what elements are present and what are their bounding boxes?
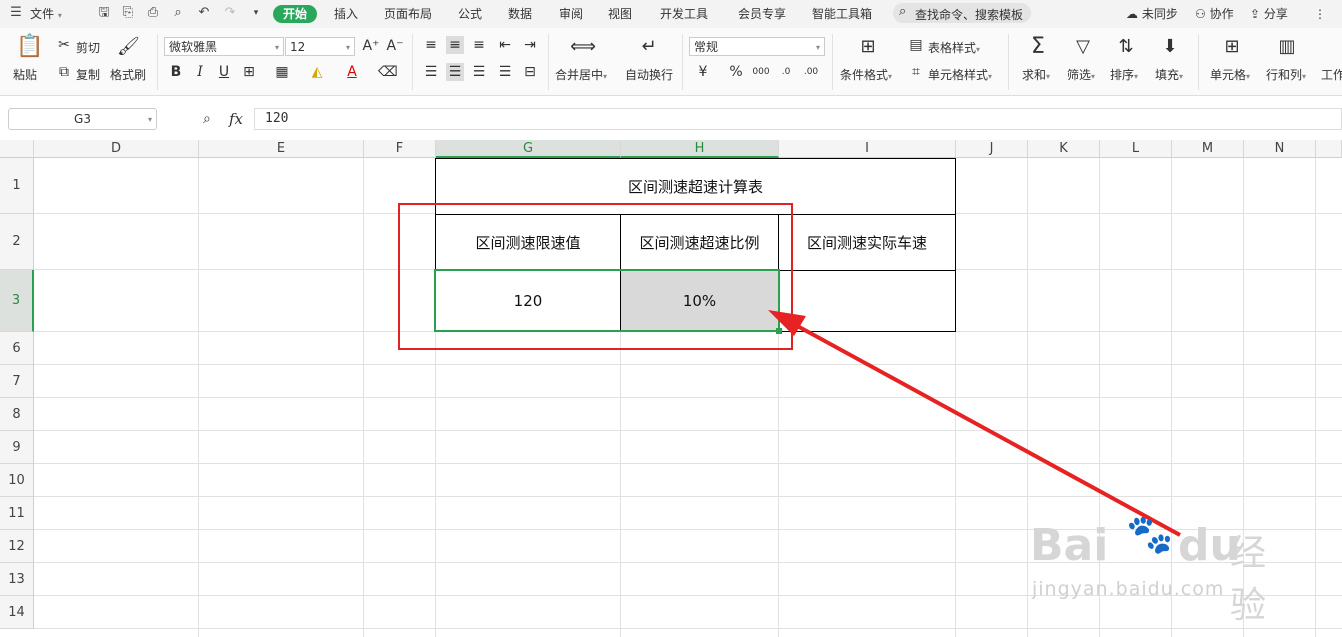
watermark-url: jingyan.baidu.com xyxy=(1032,578,1225,600)
watermark-brand: Bai xyxy=(1030,520,1109,571)
paw-icon: 🐾 xyxy=(1126,512,1174,556)
baidu-watermark: Bai 🐾 du 经验 jingyan.baidu.com xyxy=(1030,512,1290,626)
watermark-cn: 经验 xyxy=(1230,533,1267,626)
arrow-head xyxy=(768,310,806,336)
arrow-line xyxy=(789,320,1181,537)
